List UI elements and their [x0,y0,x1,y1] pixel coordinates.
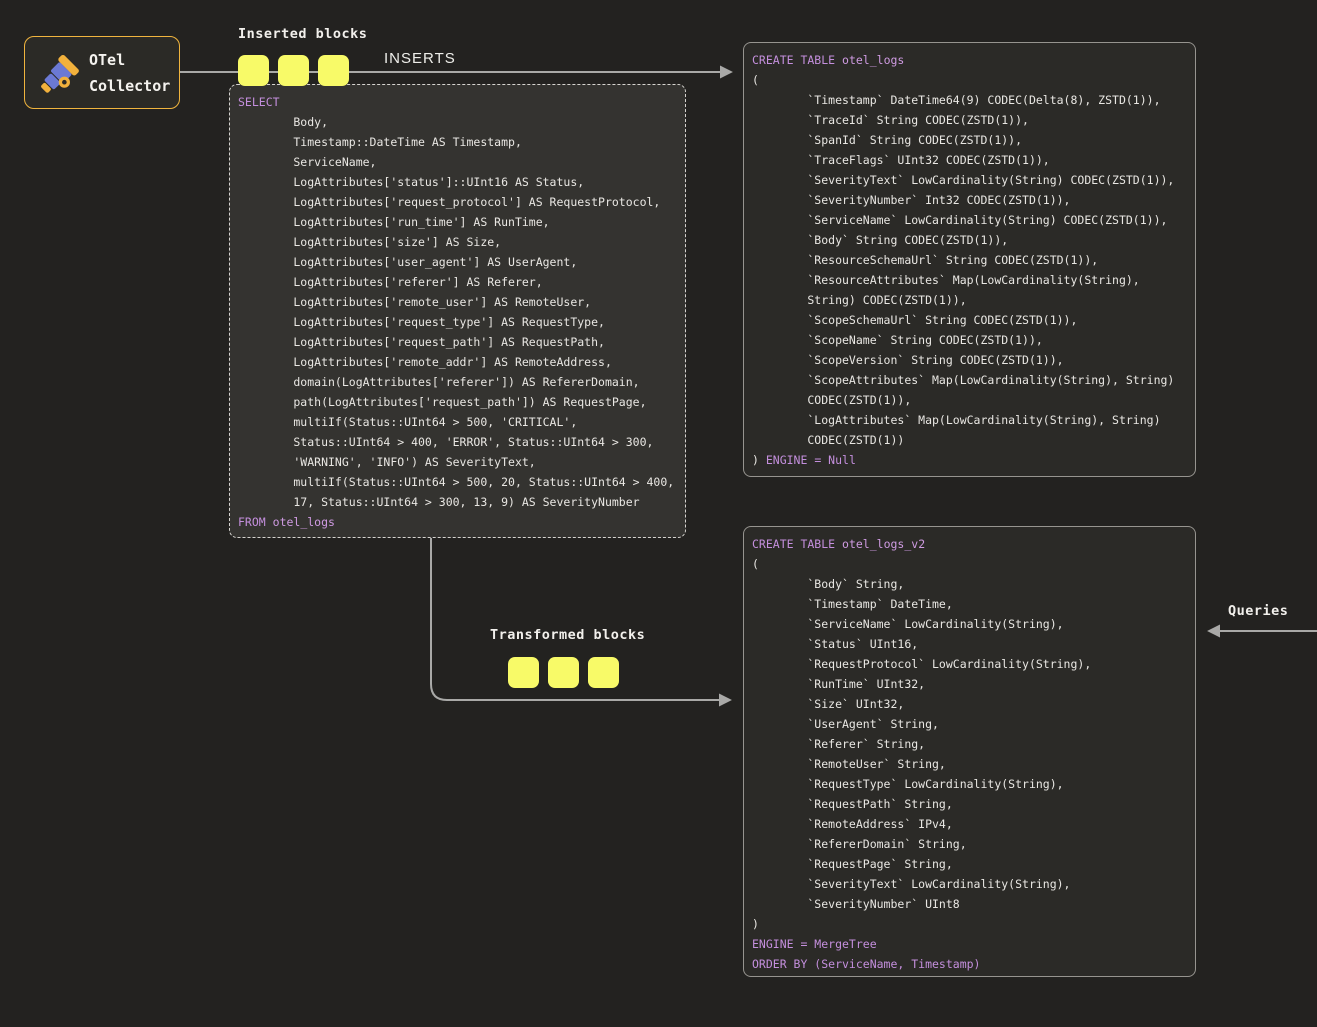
transformed-data-block [588,657,619,688]
create-table-otel-logs-v2-block: CREATE TABLE otel_logs_v2( `Body` String… [743,526,1196,977]
inserted-blocks-label: Inserted blocks [238,26,367,42]
otel-title-line2: Collector [89,73,170,99]
create-table-otel-logs-block: CREATE TABLE otel_logs( `Timestamp` Date… [743,42,1196,477]
select-query-block: SELECT Body, Timestamp::DateTime AS Time… [229,84,686,538]
otel-title-line1: OTel [89,47,170,73]
diagram-canvas: OTel Collector Inserted blocks INSERTS S… [0,0,1317,1027]
inserted-data-block [278,55,309,86]
transformed-blocks-group [508,657,619,688]
inserted-blocks-group [238,55,349,86]
transformed-data-block [508,657,539,688]
telescope-icon [34,49,82,97]
transformed-blocks-label: Transformed blocks [490,627,645,643]
inserts-label: INSERTS [384,50,456,67]
queries-label: Queries [1228,603,1288,619]
inserted-data-block [318,55,349,86]
otel-collector-title: OTel Collector [89,47,170,99]
inserted-data-block [238,55,269,86]
otel-collector-node: OTel Collector [24,36,180,109]
transformed-data-block [548,657,579,688]
